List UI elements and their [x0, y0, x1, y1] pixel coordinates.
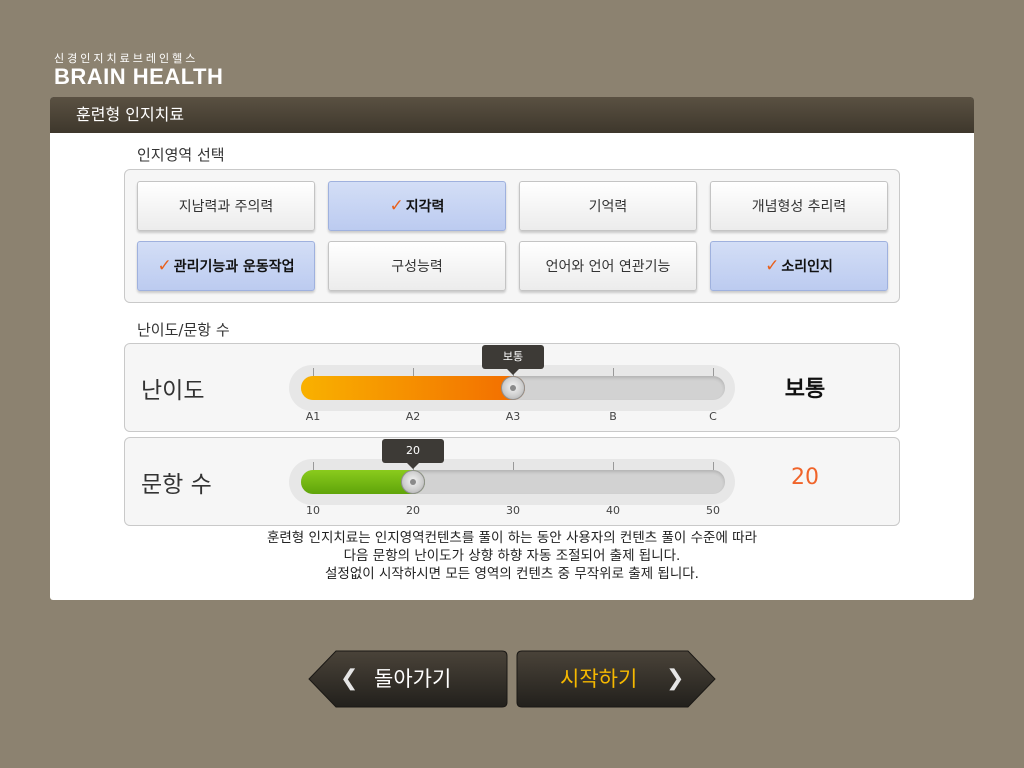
description-line: 훈련형 인지치료는 인지영역컨텐츠를 풀이 하는 동안 사용자의 컨텐츠 풀이 …: [266, 530, 758, 546]
slider-tick-label: A2: [405, 410, 421, 423]
check-icon: ✓: [765, 256, 780, 276]
slider-tick-label: 40: [606, 504, 620, 517]
logo: 신경인지치료브레인헬스 BRAIN HEALTH: [54, 52, 223, 88]
slider-tick-label: 30: [506, 504, 520, 517]
questions-slider-track[interactable]: [301, 470, 725, 494]
description-line: 다음 문항의 난이도가 상향 하향 자동 조절되어 출제 됩니다.: [343, 548, 681, 564]
chevron-left-icon: ❮: [340, 666, 359, 691]
check-icon: ✓: [389, 196, 404, 216]
area-button-reasoning[interactable]: 개념형성 추리력: [710, 181, 888, 231]
area-selection-group: 지남력과 주의력 ✓ 지각력 기억력 개념형성 추리력 ✓ 관리기능과 운동작업…: [124, 169, 900, 303]
slider-tick: [313, 368, 314, 376]
slider-tick: [313, 462, 314, 470]
slider-tick-label: 50: [706, 504, 720, 517]
start-button-label: 시작하기: [560, 667, 638, 691]
slider-tick: [413, 368, 414, 376]
slider-tick: [513, 462, 514, 470]
slider-tick-label: A3: [505, 410, 521, 423]
back-button-label: 돌아가기: [374, 667, 452, 691]
back-button[interactable]: ❮ 돌아가기: [308, 650, 508, 708]
area-button-orientation-attention[interactable]: 지남력과 주의력: [137, 181, 315, 231]
difficulty-label: 난이도: [141, 378, 205, 404]
questions-label: 문항 수: [141, 472, 212, 498]
difficulty-bubble: 보통: [482, 345, 544, 375]
slider-tick: [613, 368, 614, 376]
difficulty-slider-handle[interactable]: [501, 376, 525, 400]
slider-tick: [713, 368, 714, 376]
logo-title: BRAIN HEALTH: [54, 64, 224, 89]
slider-tick-label: A1: [305, 410, 321, 423]
slider-tick-label: 10: [306, 504, 320, 517]
slider-tick: [713, 462, 714, 470]
settings-section-title: 난이도/문항 수: [137, 321, 230, 339]
area-button-label: 소리인지: [781, 259, 833, 275]
area-button-label: 관리기능과 운동작업: [173, 259, 295, 275]
area-button-label: 지각력: [405, 199, 445, 215]
slider-tick-label: 20: [406, 504, 420, 517]
questions-slider-handle[interactable]: [401, 470, 425, 494]
panel-title: 훈련형 인지치료: [50, 97, 974, 133]
area-button-label: 언어와 언어 연관기능: [545, 259, 671, 275]
check-icon: ✓: [157, 256, 172, 276]
area-section-title: 인지영역 선택: [137, 146, 225, 164]
area-button-memory[interactable]: 기억력: [519, 181, 697, 231]
area-button-label: 개념형성 추리력: [751, 199, 847, 215]
area-button-executive-motor[interactable]: ✓ 관리기능과 운동작업: [137, 241, 315, 291]
area-button-label: 기억력: [588, 199, 628, 215]
questions-bubble: 20: [382, 439, 444, 469]
description: 훈련형 인지치료는 인지영역컨텐츠를 풀이 하는 동안 사용자의 컨텐츠 풀이 …: [50, 529, 974, 583]
area-button-language[interactable]: 언어와 언어 연관기능: [519, 241, 697, 291]
slider-tick-label: B: [609, 410, 617, 423]
chevron-right-icon: ❯: [666, 666, 685, 691]
difficulty-fill: [301, 376, 525, 400]
slider-tick-label: C: [709, 410, 717, 423]
area-button-label: 구성능력: [391, 259, 443, 275]
questions-value: 20: [791, 465, 819, 490]
difficulty-value: 보통: [784, 377, 826, 402]
start-button[interactable]: 시작하기 ❯: [516, 650, 716, 708]
description-line: 설정없이 시작하시면 모든 영역의 컨텐츠 중 무작위로 출제 됩니다.: [325, 566, 699, 582]
area-button-label: 지남력과 주의력: [178, 199, 274, 215]
area-button-perception[interactable]: ✓ 지각력: [328, 181, 506, 231]
difficulty-slider-box: 난이도 A1 A2 A3 B C 보통 보통: [124, 343, 900, 432]
area-button-sound-recognition[interactable]: ✓ 소리인지: [710, 241, 888, 291]
questions-slider-box: 문항 수 10 20 30 40 50 20 20: [124, 437, 900, 526]
settings-panel: 훈련형 인지치료 인지영역 선택 지남력과 주의력 ✓ 지각력 기억력 개념형성…: [50, 97, 974, 600]
area-button-construction[interactable]: 구성능력: [328, 241, 506, 291]
slider-tick: [613, 462, 614, 470]
